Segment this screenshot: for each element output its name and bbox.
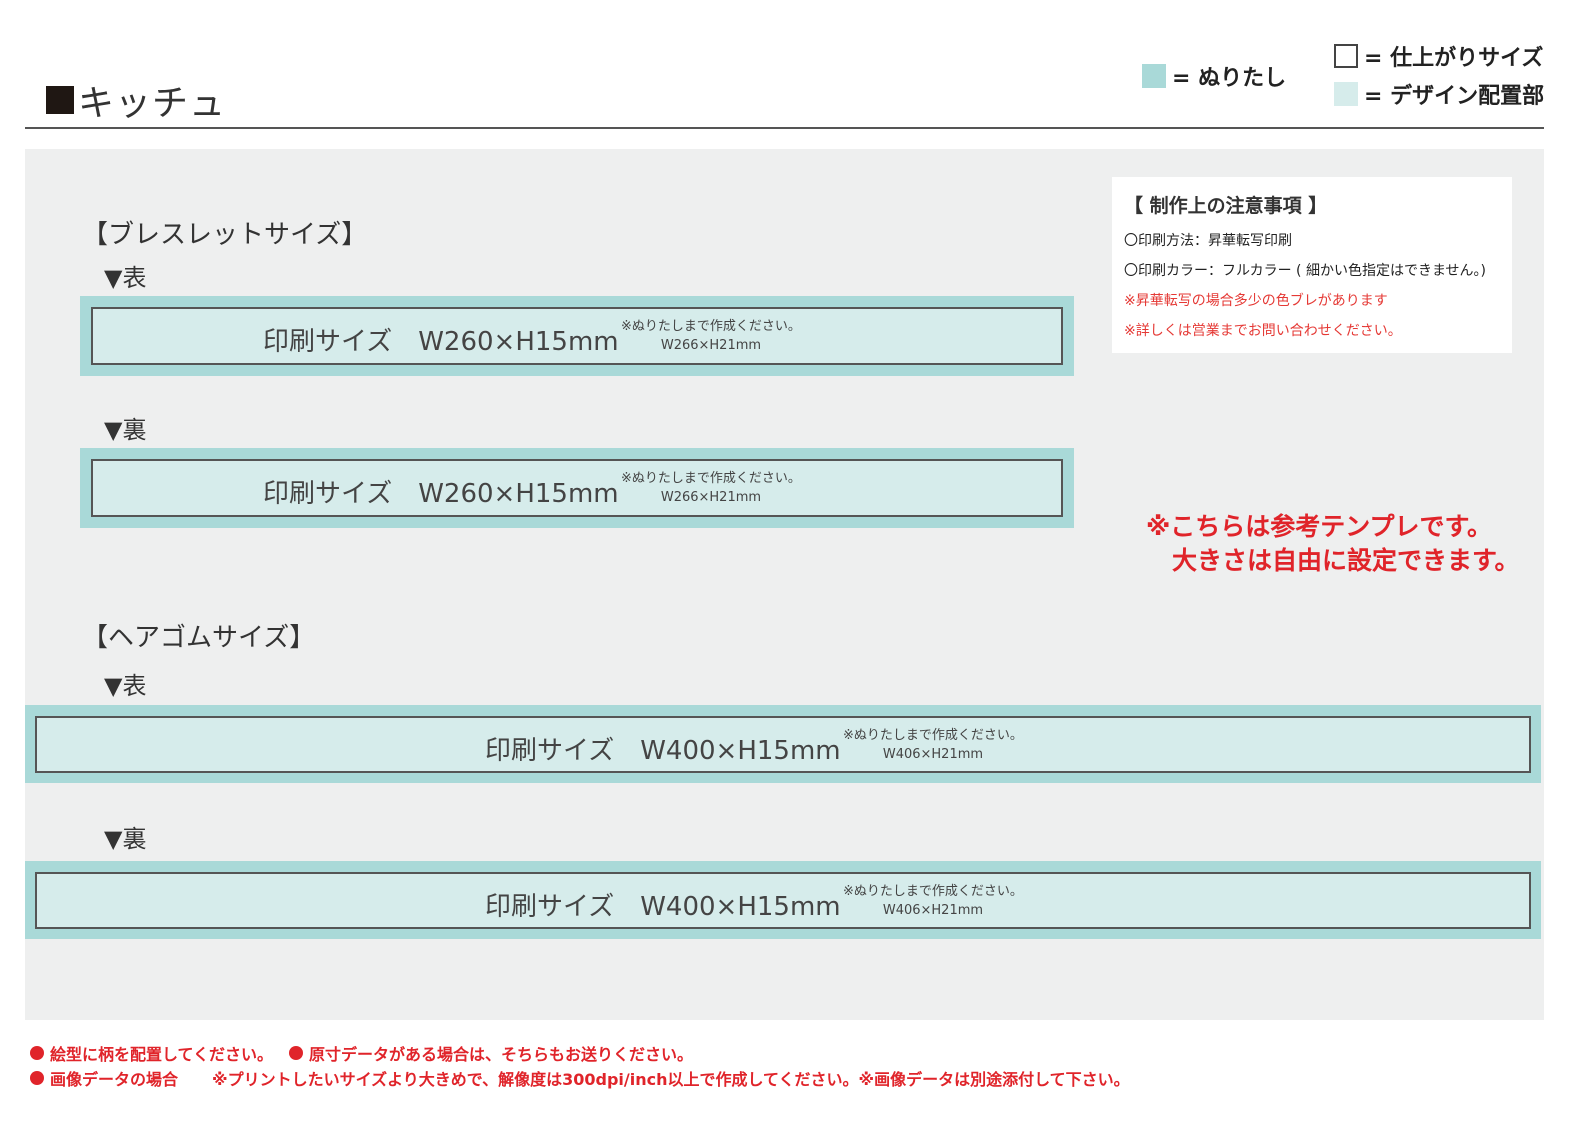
bracelet-back-note: ※ぬりたしまで作成ください。 W266×H21mm bbox=[621, 469, 801, 507]
bracelet-front-note-text: ※ぬりたしまで作成ください。 bbox=[621, 319, 801, 334]
hairtie-front-size: 印刷サイズ W400×H15mm bbox=[485, 736, 841, 766]
notes-line-color-variance: ※昇華転写の場合多少の色ブレがあります bbox=[1124, 293, 1388, 309]
footer-place-pattern: 絵型に柄を配置してください。 bbox=[50, 1045, 274, 1064]
footer-image-data-detail: ※プリントしたいサイズより大きめで、解像度は300dpi/inch以上で作成して… bbox=[212, 1070, 1130, 1089]
footer-line-1: 絵型に柄を配置してください。 原寸データがある場合は、そちらもお送りください。 bbox=[30, 1041, 693, 1065]
hairtie-section-title: 【ヘアゴムサイズ】 bbox=[82, 623, 316, 653]
bracelet-back-label: ▼裏 bbox=[104, 416, 147, 444]
hairtie-front-label: ▼表 bbox=[104, 672, 147, 700]
bracelet-front-bleed-area: 印刷サイズ W260×H15mm ※ぬりたしまで作成ください。 W266×H21… bbox=[80, 296, 1074, 376]
bracelet-back-note-text: ※ぬりたしまで作成ください。 bbox=[621, 471, 801, 486]
hairtie-back-label: ▼裏 bbox=[104, 825, 147, 853]
hairtie-back-size: 印刷サイズ W400×H15mm bbox=[485, 892, 841, 922]
page-title: キッチュ bbox=[46, 74, 226, 126]
hairtie-front-note-text: ※ぬりたしまで作成ください。 bbox=[843, 728, 1023, 743]
hairtie-back-note-text: ※ぬりたしまで作成ください。 bbox=[843, 884, 1023, 899]
legend-finish-label: = 仕上がりサイズ bbox=[1364, 46, 1544, 71]
production-notes-box: 【 制作上の注意事項 】 〇印刷方法：昇華転写印刷 〇印刷カラー：フルカラー (… bbox=[1112, 177, 1512, 353]
legend-finish: = 仕上がりサイズ bbox=[1334, 40, 1543, 72]
bracelet-back-size: 印刷サイズ W260×H15mm bbox=[263, 479, 619, 509]
footer-line-2: 画像データの場合 ※プリントしたいサイズより大きめで、解像度は300dpi/in… bbox=[30, 1066, 1130, 1090]
legend-design-label: = デザイン配置部 bbox=[1364, 84, 1545, 109]
design-swatch-icon bbox=[1334, 82, 1358, 106]
notes-line-contact: ※詳しくは営業までお問い合わせください。 bbox=[1124, 323, 1402, 339]
hairtie-back-design-area: 印刷サイズ W400×H15mm ※ぬりたしまで作成ください。 W406×H21… bbox=[35, 872, 1531, 929]
legend-bleed: = ぬりたし bbox=[1142, 60, 1286, 92]
notes-heading: 【 制作上の注意事項 】 bbox=[1124, 195, 1328, 217]
notes-line-print-method: 〇印刷方法：昇華転写印刷 bbox=[1124, 233, 1292, 249]
bracelet-front-size: 印刷サイズ W260×H15mm bbox=[263, 327, 619, 357]
finish-swatch-icon bbox=[1334, 44, 1358, 68]
bracelet-front-label: ▼表 bbox=[104, 264, 147, 292]
footer-image-data-label: 画像データの場合 bbox=[50, 1070, 179, 1089]
legend-bleed-label: = ぬりたし bbox=[1172, 66, 1287, 91]
black-square-icon bbox=[46, 86, 74, 114]
bracelet-front-design-area: 印刷サイズ W260×H15mm ※ぬりたしまで作成ください。 W266×H21… bbox=[91, 307, 1063, 365]
bracelet-back-bleed-area: 印刷サイズ W260×H15mm ※ぬりたしまで作成ください。 W266×H21… bbox=[80, 448, 1074, 528]
reference-note-line2: 大きさは自由に設定できます。 bbox=[1172, 546, 1520, 575]
red-dot-icon bbox=[30, 1046, 44, 1060]
reference-template-note: ※こちらは参考テンプレです。 大きさは自由に設定できます。 bbox=[1146, 510, 1520, 578]
reference-note-line1: ※こちらは参考テンプレです。 bbox=[1146, 512, 1493, 541]
bracelet-section-title: 【ブレスレットサイズ】 bbox=[82, 220, 368, 250]
hairtie-front-bleed-area: 印刷サイズ W400×H15mm ※ぬりたしまで作成ください。 W406×H21… bbox=[25, 705, 1541, 783]
footer-send-original: 原寸データがある場合は、そちらもお送りください。 bbox=[309, 1045, 694, 1064]
red-dot-icon bbox=[30, 1071, 44, 1085]
hairtie-front-bleed-size: W406×H21mm bbox=[882, 747, 984, 762]
hairtie-back-bleed-area: 印刷サイズ W400×H15mm ※ぬりたしまで作成ください。 W406×H21… bbox=[25, 861, 1541, 939]
hairtie-back-note: ※ぬりたしまで作成ください。 W406×H21mm bbox=[843, 882, 1023, 920]
hairtie-front-note: ※ぬりたしまで作成ください。 W406×H21mm bbox=[843, 726, 1023, 764]
hairtie-front-design-area: 印刷サイズ W400×H15mm ※ぬりたしまで作成ください。 W406×H21… bbox=[35, 716, 1531, 773]
header-divider bbox=[25, 127, 1544, 129]
hairtie-back-bleed-size: W406×H21mm bbox=[882, 903, 984, 918]
page-title-text: キッチュ bbox=[78, 83, 227, 124]
bleed-swatch-icon bbox=[1142, 64, 1166, 88]
bracelet-back-bleed-size: W266×H21mm bbox=[660, 490, 762, 505]
bracelet-back-design-area: 印刷サイズ W260×H15mm ※ぬりたしまで作成ください。 W266×H21… bbox=[91, 459, 1063, 517]
red-dot-icon bbox=[289, 1046, 304, 1060]
bracelet-front-note: ※ぬりたしまで作成ください。 W266×H21mm bbox=[621, 317, 801, 355]
legend-design: = デザイン配置部 bbox=[1334, 78, 1544, 110]
notes-line-print-color: 〇印刷カラー：フルカラー ( 細かい色指定はできません。) bbox=[1124, 263, 1486, 279]
bracelet-front-bleed-size: W266×H21mm bbox=[660, 338, 762, 353]
